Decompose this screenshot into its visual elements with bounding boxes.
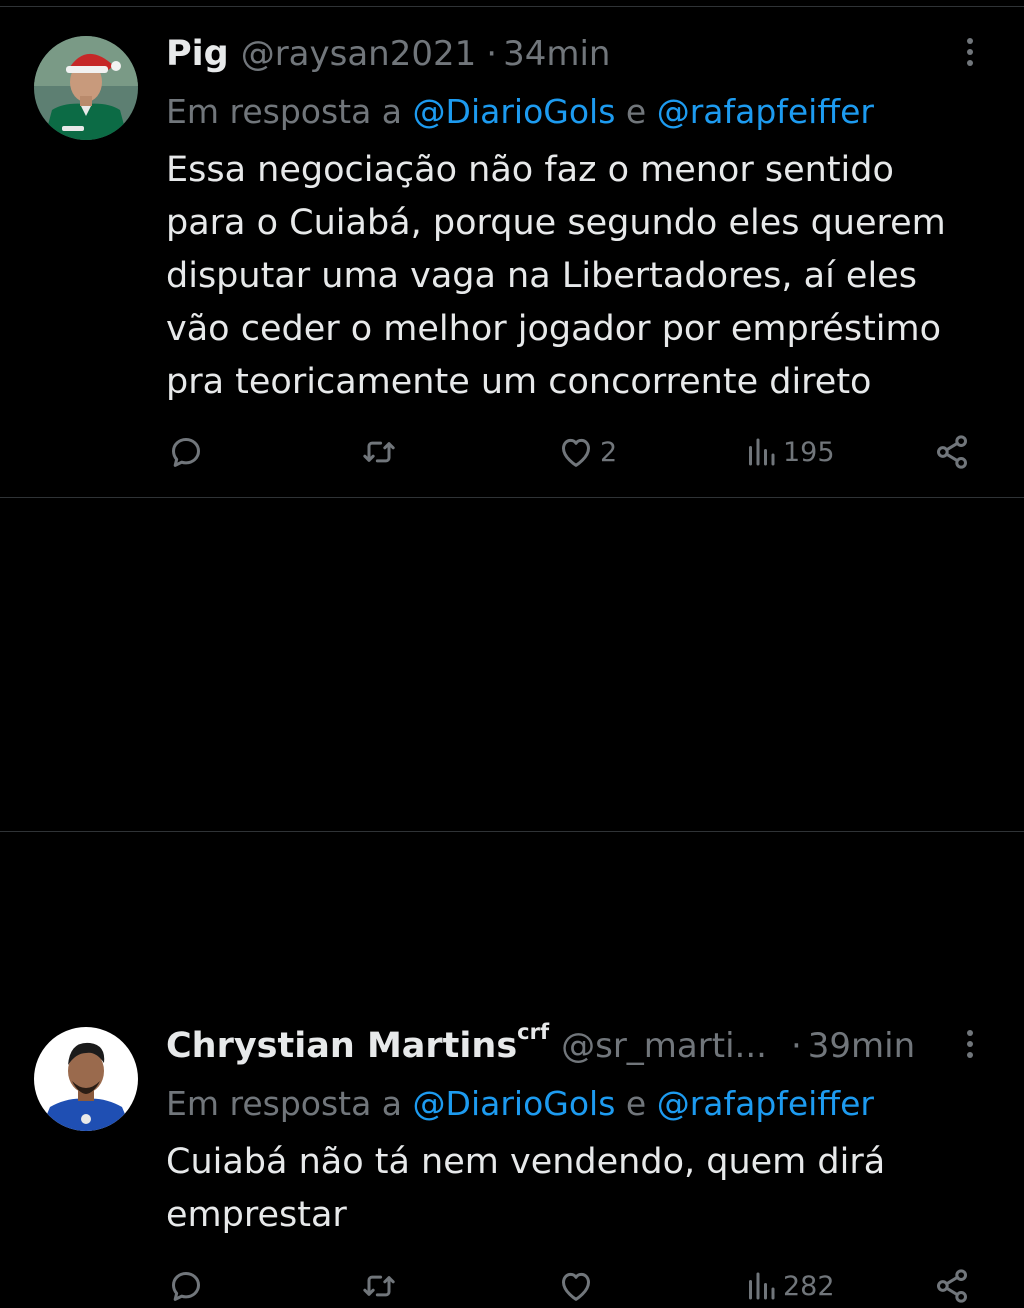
tweet[interactable]: Pig @raysan2021 · 34min Em resposta a @D… — [0, 0, 1024, 498]
tweet-header: Pig @raysan2021 · 34min — [166, 26, 994, 82]
tweet[interactable]: Chrystian Martinscrf @sr_marti... · 39mi… — [0, 498, 1024, 1303]
tweet-text: Cuiabá não tá nem vendendo, quem dirá em… — [166, 1142, 886, 1235]
timestamp[interactable]: 39min — [808, 1026, 915, 1066]
separator-dot: · — [790, 1026, 802, 1066]
share-icon — [937, 1269, 967, 1303]
mention-diariogols[interactable]: @DiarioGols — [413, 1084, 616, 1123]
more-icon[interactable] — [966, 1030, 974, 1058]
share-button[interactable] — [932, 1264, 972, 1308]
views-count: 282 — [783, 1270, 835, 1302]
share-button[interactable] — [932, 430, 972, 474]
views-icon — [749, 438, 775, 466]
mention-rafapfeiffer[interactable]: @rafapfeiffer — [657, 1084, 874, 1123]
retweet-button[interactable] — [359, 430, 399, 474]
reply-prefix: Em resposta a — [166, 1084, 413, 1123]
views-button[interactable]: 195 — [743, 430, 835, 474]
tweet-content: Pig @raysan2021 · 34min Em resposta a @D… — [166, 26, 994, 409]
reply-context: Em resposta a @DiarioGols e @rafapfeiffe… — [166, 90, 994, 134]
avatar[interactable] — [34, 1027, 138, 1131]
like-button[interactable] — [556, 1264, 600, 1308]
reply-and: e — [615, 92, 657, 131]
reply-button[interactable] — [166, 430, 206, 474]
user-handle[interactable]: @raysan2021 — [241, 34, 477, 74]
separator-dot: · — [486, 34, 498, 74]
share-icon — [937, 435, 967, 469]
avatar[interactable] — [34, 36, 138, 140]
views-icon — [749, 1272, 775, 1300]
like-icon — [562, 438, 590, 467]
mention-diariogols[interactable]: @DiarioGols — [413, 92, 616, 131]
retweet-icon — [363, 441, 395, 463]
views-count: 195 — [783, 436, 835, 468]
reply-icon — [172, 438, 200, 467]
tweet-header: Chrystian Martinscrf @sr_marti... · 39mi… — [166, 1018, 994, 1074]
tweet-content: Chrystian Martinscrf @sr_marti... · 39mi… — [166, 1018, 994, 1242]
retweet-button[interactable] — [359, 1264, 399, 1308]
like-button[interactable]: 2 — [556, 430, 617, 474]
action-bar: 282 — [166, 1264, 968, 1308]
more-icon[interactable] — [966, 38, 974, 66]
like-count: 2 — [600, 436, 618, 468]
reply-button[interactable] — [166, 1264, 206, 1308]
like-icon — [562, 1272, 590, 1301]
retweet-icon — [363, 1275, 395, 1297]
timestamp[interactable]: 34min — [503, 34, 610, 74]
reply-and: e — [615, 1084, 657, 1123]
action-bar: 2 195 — [166, 430, 968, 474]
reply-icon — [172, 1272, 200, 1301]
display-name[interactable]: Pig — [166, 34, 229, 74]
mention-rafapfeiffer[interactable]: @rafapfeiffer — [657, 92, 874, 131]
display-name[interactable]: Chrystian Martinscrf — [166, 1020, 549, 1066]
reply-context: Em resposta a @DiarioGols e @rafapfeiffe… — [166, 1082, 994, 1126]
user-handle[interactable]: @sr_marti... — [561, 1026, 767, 1066]
tweet-text: Essa negociação não faz o menor sentido … — [166, 150, 946, 402]
name-suffix: crf — [517, 1020, 550, 1044]
views-button[interactable]: 282 — [743, 1264, 835, 1308]
reply-prefix: Em resposta a — [166, 92, 413, 131]
